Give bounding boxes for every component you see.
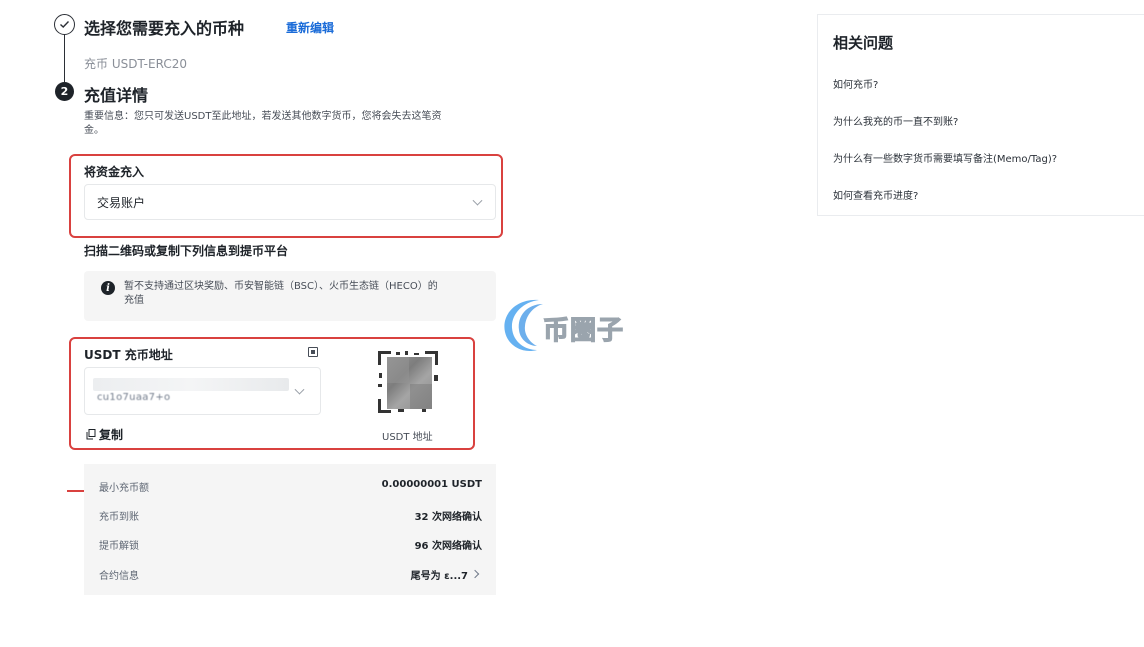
detail-key: 充币到账: [99, 512, 139, 523]
detail-value: 96 次网络确认: [414, 541, 482, 552]
warning-notice: i 暂不支持通过区块奖励、币安智能链（BSC）、火币生态链（HECO）的 充值: [84, 271, 496, 321]
warning-line2: 充值: [124, 295, 144, 306]
detail-value: 尾号为 ε...7: [410, 571, 468, 582]
faq-item-how-to-deposit[interactable]: 如何充币?: [833, 76, 878, 91]
qr-caption: USDT 地址: [382, 432, 433, 443]
qr-code-image: [378, 351, 438, 413]
step-complete-check-icon: [54, 14, 75, 35]
step1-title: 选择您需要充入的币种: [84, 19, 245, 38]
deposit-account-select[interactable]: 交易账户: [84, 184, 496, 220]
faq-panel: 相关问题 如何充币? 为什么我充的币一直不到账? 为什么有一些数字货币需要填写备…: [817, 14, 1144, 216]
info-icon: i: [101, 281, 115, 295]
step-connector-line: [64, 34, 65, 82]
chevron-down-icon: [472, 195, 483, 206]
faq-item-memo-tag[interactable]: 为什么有一些数字货币需要填写备注(Memo/Tag)?: [833, 150, 1057, 165]
address-select[interactable]: cu1o7uaa7+o: [84, 367, 321, 415]
address-value: cu1o7uaa7+o: [97, 392, 171, 403]
deposit-details-panel: 最小充币额 0.00000001 USDT 充币到账 32 次网络确认 提币解锁…: [84, 464, 496, 595]
step-number-badge: 2: [55, 82, 74, 101]
address-label: USDT 充币地址: [84, 348, 173, 362]
detail-key: 最小充币额: [99, 483, 149, 494]
re-edit-link[interactable]: 重新编辑: [286, 19, 334, 36]
watermark-logo: 币圈子: [497, 294, 647, 356]
copy-icon: [86, 429, 96, 440]
address-blur-mask: [93, 378, 289, 391]
detail-row: 最小充币额 0.00000001 USDT: [84, 479, 496, 499]
faq-item-not-arrived[interactable]: 为什么我充的币一直不到账?: [833, 113, 958, 128]
important-notice-line1: 重要信息：您只可发送USDT至此地址，若发送其他数字货币，您将会失去这笔资: [84, 111, 442, 122]
deposit-to-label: 将资金充入: [84, 165, 145, 179]
deposit-account-value: 交易账户: [97, 195, 146, 210]
faq-title: 相关问题: [833, 34, 894, 52]
qrcode-icon[interactable]: [308, 347, 318, 357]
watermark-text: 币圈子: [542, 315, 625, 346]
selected-coin-text: 充币 USDT-ERC20: [84, 57, 187, 71]
important-notice: 重要信息：您只可发送USDT至此地址，若发送其他数字货币，您将会失去这笔资 金。: [84, 110, 441, 138]
detail-key: 提币解锁: [99, 541, 139, 552]
faq-item-progress[interactable]: 如何查看充币进度?: [833, 187, 918, 202]
chevron-right-icon: [470, 569, 480, 579]
detail-key: 合约信息: [99, 571, 139, 582]
copy-label: 复制: [99, 428, 124, 442]
contract-info-row[interactable]: 合约信息 尾号为 ε...7: [84, 567, 496, 587]
copy-address-button[interactable]: 复制: [86, 426, 123, 443]
step2-title: 充值详情: [84, 86, 149, 105]
scan-instructions: 扫描二维码或复制下列信息到提币平台: [84, 244, 289, 258]
detail-row: 提币解锁 96 次网络确认: [84, 537, 496, 557]
warning-line1: 暂不支持通过区块奖励、币安智能链（BSC）、火币生态链（HECO）的: [124, 281, 438, 292]
chevron-down-icon: [294, 384, 305, 395]
warning-text: 暂不支持通过区块奖励、币安智能链（BSC）、火币生态链（HECO）的 充值: [124, 280, 438, 308]
detail-value: 32 次网络确认: [414, 512, 482, 523]
important-notice-line2: 金。: [84, 125, 104, 136]
detail-value: 0.00000001 USDT: [381, 479, 482, 490]
detail-row: 充币到账 32 次网络确认: [84, 508, 496, 528]
